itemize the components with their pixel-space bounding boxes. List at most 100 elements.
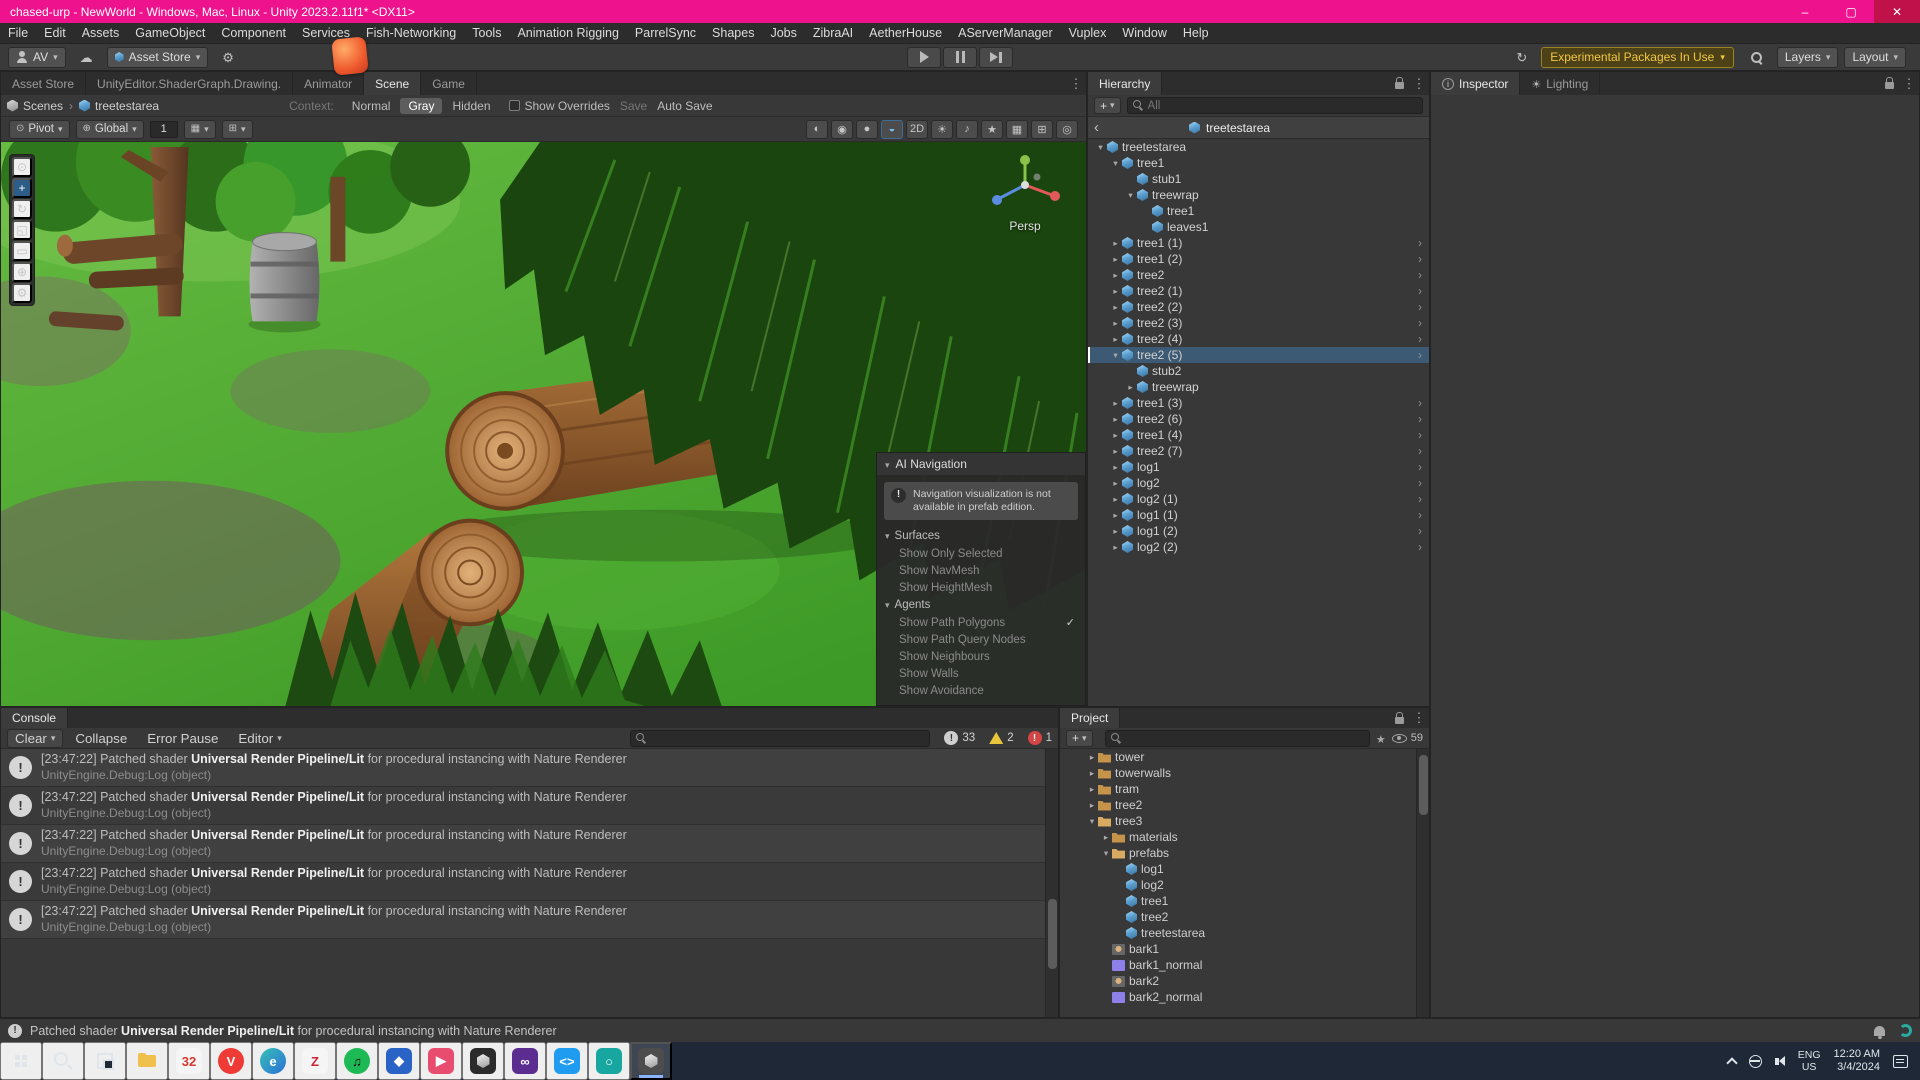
menu-item[interactable]: Tools xyxy=(464,23,509,43)
project-row[interactable]: log1 xyxy=(1060,861,1429,877)
nav-toggle-item[interactable]: Show Path Query Nodes xyxy=(877,631,1085,648)
project-search-input[interactable] xyxy=(1126,732,1364,744)
console-search-input[interactable] xyxy=(651,732,924,744)
prefab-open-chevron-icon[interactable]: › xyxy=(1418,316,1422,330)
hierarchy-row[interactable]: ▸ tree2 (3) › xyxy=(1088,315,1429,331)
expand-arrow-icon[interactable]: ▸ xyxy=(1086,784,1098,795)
prefab-open-chevron-icon[interactable]: › xyxy=(1418,332,1422,346)
search-button[interactable] xyxy=(1742,47,1771,68)
hierarchy-row[interactable]: stub1 xyxy=(1088,171,1429,187)
breadcrumb-treetestarea[interactable]: treetestarea xyxy=(79,99,159,113)
app-pink-button[interactable]: ▶ xyxy=(420,1042,462,1080)
panel-menu-icon[interactable] xyxy=(1409,72,1429,95)
add-gameobject-button[interactable] xyxy=(1094,97,1121,114)
prefab-open-chevron-icon[interactable]: › xyxy=(1418,412,1422,426)
prefab-back-icon[interactable] xyxy=(1094,119,1099,136)
start-button[interactable] xyxy=(0,1042,42,1080)
expand-arrow-icon[interactable]: ▸ xyxy=(1109,286,1122,297)
console-scrollbar[interactable] xyxy=(1045,749,1058,1017)
prefab-open-chevron-icon[interactable]: › xyxy=(1418,476,1422,490)
menu-item[interactable]: ParrelSync xyxy=(627,23,704,43)
nav-toggle-item[interactable]: Show HeightMesh xyxy=(877,579,1085,596)
prefab-open-chevron-icon[interactable]: › xyxy=(1418,284,1422,298)
menu-item[interactable]: Fish-Networking xyxy=(358,23,464,43)
expand-arrow-icon[interactable]: ▾ xyxy=(1124,190,1137,201)
scene-viewport[interactable]: ⊙+↻◱▭⊕⚙ Persp AI Navigation xyxy=(1,142,1086,706)
hierarchy-row[interactable]: stub2 xyxy=(1088,363,1429,379)
project-row[interactable]: ▸ materials xyxy=(1060,829,1429,845)
hierarchy-row[interactable]: leaves1 xyxy=(1088,219,1429,235)
menu-item[interactable]: GameObject xyxy=(127,23,213,43)
unity-hub-button[interactable] xyxy=(462,1042,504,1080)
expand-arrow-icon[interactable]: ▸ xyxy=(1109,542,1122,553)
play-button[interactable] xyxy=(907,47,941,68)
hierarchy-row[interactable]: ▸ tree2 (6) › xyxy=(1088,411,1429,427)
close-button[interactable]: ✕ xyxy=(1874,0,1920,23)
app-blue-button[interactable]: ◆ xyxy=(378,1042,420,1080)
orientation-gizmo[interactable]: Persp xyxy=(982,154,1068,233)
dock-menu-icon[interactable] xyxy=(1066,72,1086,95)
window-titlebar[interactable]: chased-urp - NewWorld - Windows, Mac, Li… xyxy=(0,0,1920,23)
project-row[interactable]: ▸ towerwalls xyxy=(1060,765,1429,781)
expand-arrow-icon[interactable]: ▸ xyxy=(1109,334,1122,345)
prefab-open-chevron-icon[interactable]: › xyxy=(1418,508,1422,522)
step-button[interactable] xyxy=(979,47,1013,68)
maximize-button[interactable]: ▢ xyxy=(1828,0,1874,23)
account-dropdown[interactable]: AV xyxy=(8,47,66,68)
hierarchy-row[interactable]: ▸ tree2 (7) › xyxy=(1088,443,1429,459)
hierarchy-row[interactable]: ▸ tree2 (1) › xyxy=(1088,283,1429,299)
expand-arrow-icon[interactable]: ▾ xyxy=(1086,816,1098,827)
info-count-toggle[interactable]: 33 xyxy=(944,731,975,745)
transform-tool-icon[interactable]: ⊕ xyxy=(12,262,32,282)
hierarchy-row[interactable]: ▸ treewrap xyxy=(1088,379,1429,395)
menu-item[interactable]: Help xyxy=(1175,23,1217,43)
view-tool-icon[interactable]: ⊙ xyxy=(12,157,32,177)
panel-menu-icon[interactable] xyxy=(1899,72,1919,95)
menu-item[interactable]: Vuplex xyxy=(1061,23,1115,43)
menu-item[interactable]: AetherHouse xyxy=(861,23,950,43)
expand-arrow-icon[interactable]: ▸ xyxy=(1086,768,1098,779)
console-log-entry[interactable]: [23:47:22] Patched shader Universal Rend… xyxy=(1,787,1058,825)
expand-arrow-icon[interactable]: ▸ xyxy=(1086,800,1098,811)
breadcrumb-scenes[interactable]: Scenes xyxy=(7,99,63,113)
project-row[interactable]: ▸ tram xyxy=(1060,781,1429,797)
hierarchy-row[interactable]: ▸ log1 › xyxy=(1088,459,1429,475)
project-row[interactable]: ▾ tree3 xyxy=(1060,813,1429,829)
agents-section-header[interactable]: Agents xyxy=(877,596,1085,614)
console-log-entry[interactable]: [23:47:22] Patched shader Universal Rend… xyxy=(1,901,1058,939)
pivot-dropdown[interactable]: ⊙Pivot xyxy=(9,120,70,139)
grid-settings-dropdown[interactable]: ▦ xyxy=(184,120,216,139)
expand-arrow-icon[interactable]: ▸ xyxy=(1100,832,1112,843)
expand-arrow-icon[interactable]: ▸ xyxy=(1086,752,1098,763)
context-mode-button[interactable]: Hidden xyxy=(444,98,498,114)
project-row[interactable]: log2 xyxy=(1060,877,1429,893)
project-row[interactable]: ▾ prefabs xyxy=(1060,845,1429,861)
console-search[interactable] xyxy=(630,730,930,747)
menu-item[interactable]: Shapes xyxy=(704,23,762,43)
console-log-entry[interactable]: [23:47:22] Patched shader Universal Rend… xyxy=(1,825,1058,863)
dock-tab[interactable]: Scene xyxy=(364,72,421,95)
camera-preview-icon[interactable]: ● xyxy=(856,120,878,139)
experimental-packages-dropdown[interactable]: Experimental Packages In Use xyxy=(1541,47,1734,68)
hierarchy-row[interactable]: tree1 xyxy=(1088,203,1429,219)
vivaldi-browser-button[interactable]: V xyxy=(210,1042,252,1080)
expand-arrow-icon[interactable]: ▸ xyxy=(1109,510,1122,521)
shaded-mode-icon[interactable]: ◐ xyxy=(806,120,828,139)
project-row[interactable]: ▸ tower xyxy=(1060,749,1429,765)
hierarchy-row[interactable]: ▸ tree1 (3) › xyxy=(1088,395,1429,411)
expand-arrow-icon[interactable]: ▸ xyxy=(1109,398,1122,409)
menu-item[interactable]: Component xyxy=(213,23,294,43)
scale-tool-icon[interactable]: ◱ xyxy=(12,220,32,240)
hierarchy-row[interactable]: ▸ tree2 › xyxy=(1088,267,1429,283)
expand-arrow-icon[interactable]: ▸ xyxy=(1109,414,1122,425)
expand-arrow-icon[interactable]: ▸ xyxy=(1109,302,1122,313)
dock-tab[interactable]: Asset Store xyxy=(1,72,86,95)
settings-button[interactable]: ⚙ xyxy=(214,47,242,68)
lock-icon[interactable] xyxy=(1389,708,1409,728)
create-asset-button[interactable] xyxy=(1066,730,1093,747)
prefab-open-chevron-icon[interactable]: › xyxy=(1418,236,1422,250)
progress-circle-icon[interactable] xyxy=(1899,1024,1912,1037)
unity-editor-button[interactable] xyxy=(630,1042,672,1080)
tab-hierarchy[interactable]: Hierarchy xyxy=(1088,72,1162,95)
console-log-entry[interactable]: [23:47:22] Patched shader Universal Rend… xyxy=(1,749,1058,787)
